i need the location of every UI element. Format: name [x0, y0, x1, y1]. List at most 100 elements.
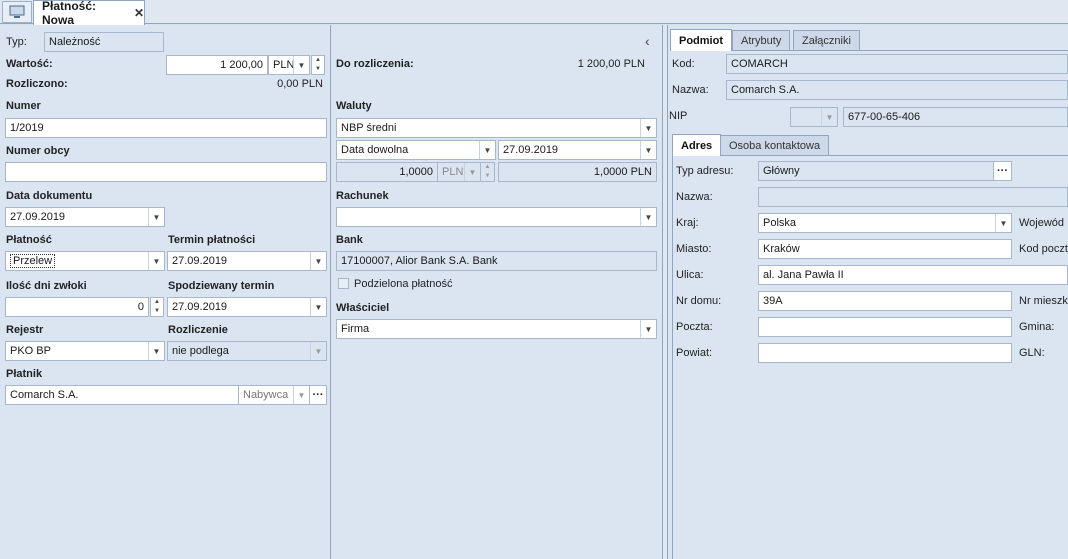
close-icon[interactable]: ✕: [134, 6, 144, 20]
termin-value: 27.09.2019: [172, 255, 228, 267]
chevron-down-icon[interactable]: ▼: [640, 119, 656, 137]
kod-poczt-label: Kod poczt: [1019, 243, 1068, 255]
numer-obcy-input[interactable]: [5, 162, 327, 182]
subtab-adres[interactable]: Adres: [672, 134, 722, 156]
spodz-label: Spodziewany termin: [168, 280, 275, 292]
chevron-down-icon[interactable]: ▼: [479, 141, 495, 159]
platnik-type-select[interactable]: Nabywca ▼: [238, 385, 310, 405]
nr-domu-label: Nr domu:: [676, 295, 722, 307]
gln-label: GLN:: [1019, 347, 1045, 359]
middle-panel: [332, 25, 662, 559]
typ-adresu-label: Typ adresu:: [676, 165, 734, 177]
rozliczenie-label: Rozliczenie: [168, 324, 228, 336]
poczta-input[interactable]: [758, 317, 1012, 337]
platnik-lookup-button[interactable]: ···: [309, 385, 327, 405]
chevron-down-icon[interactable]: ▼: [640, 141, 656, 159]
bank-field: 17100007, Alior Bank S.A. Bank: [336, 251, 657, 271]
podzielona-checkbox[interactable]: [338, 278, 349, 289]
platnosc-label: Płatność: [6, 234, 52, 246]
chevron-down-icon: ▼: [464, 163, 480, 181]
kod-label: Kod:: [672, 58, 695, 70]
chevron-down-icon: ▼: [310, 342, 326, 360]
collapse-icon[interactable]: ‹: [645, 33, 650, 49]
chevron-down-icon[interactable]: ▼: [293, 386, 309, 404]
waluty-label: Waluty: [336, 100, 372, 112]
waluty-select[interactable]: NBP średni ▼: [336, 118, 657, 138]
termin-input[interactable]: 27.09.2019 ▼: [167, 251, 327, 271]
data-type-select[interactable]: Data dowolna ▼: [336, 140, 496, 160]
document-tabbar: [0, 0, 1068, 24]
tab-zalaczniki[interactable]: Załączniki: [793, 30, 860, 51]
subtab-osoba[interactable]: Osoba kontaktowa: [720, 135, 830, 156]
wartosc-spinner[interactable]: ▲ ▼: [311, 55, 325, 75]
ilosc-spinner[interactable]: ▲ ▼: [150, 297, 164, 317]
nip-prefix-select: ▼: [790, 107, 838, 127]
nr-domu-input[interactable]: 39A: [758, 291, 1012, 311]
ilosc-input[interactable]: 0: [5, 297, 149, 317]
a-nazwa-field: [758, 187, 1068, 207]
wartosc-input[interactable]: 1 200,00: [166, 55, 268, 75]
miasto-input[interactable]: Kraków: [758, 239, 1012, 259]
typ-field: Należność: [44, 32, 164, 52]
spodz-input[interactable]: 27.09.2019 ▼: [167, 297, 327, 317]
platnik-input[interactable]: Comarch S.A.: [5, 385, 239, 405]
ilosc-label: Ilość dni zwłoki: [6, 280, 87, 292]
do-rozl-value: 1 200,00 PLN: [577, 58, 645, 70]
tab-platnosc-nowa[interactable]: Płatność: Nowa ✕: [33, 0, 145, 27]
spodz-value: 27.09.2019: [172, 301, 228, 313]
bank-label: Bank: [336, 234, 363, 246]
chevron-down-icon[interactable]: ▼: [148, 208, 164, 226]
chevron-down-icon[interactable]: ▼: [310, 252, 326, 270]
typ-adresu-field: Główny: [758, 161, 994, 181]
kurs-currency-select: PLN ▼: [437, 162, 481, 182]
monitor-icon: [9, 5, 25, 18]
wlasciciel-select[interactable]: Firma ▼: [336, 319, 657, 339]
do-rozl-label: Do rozliczenia:: [336, 58, 414, 70]
ulica-input[interactable]: al. Jana Pawła II: [758, 265, 1068, 285]
chevron-down-icon[interactable]: ▼: [640, 208, 656, 226]
rozliczono-label: Rozliczono:: [6, 78, 68, 90]
numer-obcy-label: Numer obcy: [6, 145, 70, 157]
home-tab[interactable]: [2, 1, 32, 23]
kurs-date-input[interactable]: 27.09.2019 ▼: [498, 140, 657, 160]
data-dok-label: Data dokumentu: [6, 190, 93, 202]
tab-atrybuty[interactable]: Atrybuty: [732, 30, 791, 51]
currency-label: PLN: [273, 59, 295, 71]
data-dok-input[interactable]: 27.09.2019 ▼: [5, 207, 165, 227]
nip-label: NIP: [669, 110, 688, 122]
platnosc-select[interactable]: Przelew ▼: [5, 251, 165, 271]
chevron-down-icon[interactable]: ▼: [293, 56, 309, 74]
typ-label: Typ:: [6, 36, 27, 48]
left-panel: [0, 25, 331, 559]
data-type-value: Data dowolna: [341, 144, 409, 156]
kurs-date-value: 27.09.2019: [503, 144, 559, 156]
chevron-down-icon[interactable]: ▼: [995, 214, 1011, 232]
tab-podmiot[interactable]: Podmiot: [670, 29, 732, 51]
rejestr-value: PKO BP: [10, 345, 51, 357]
waluty-value: NBP średni: [341, 122, 397, 134]
typ-adresu-lookup-button[interactable]: ···: [993, 161, 1012, 181]
chevron-down-icon[interactable]: ▼: [148, 252, 164, 270]
kod-field: COMARCH: [726, 54, 1068, 74]
powiat-label: Powiat:: [676, 347, 713, 359]
numer-input[interactable]: 1/2019: [5, 118, 327, 138]
rejestr-select[interactable]: PKO BP ▼: [5, 341, 165, 361]
wartosc-label: Wartość:: [6, 58, 53, 70]
kurs-currency-value: PLN: [442, 166, 464, 178]
rozliczenie-select: nie podlega ▼: [167, 341, 327, 361]
chevron-down-icon[interactable]: ▼: [310, 298, 326, 316]
kraj-select[interactable]: Polska ▼: [758, 213, 1012, 233]
platnik-type-value: Nabywca: [243, 389, 289, 401]
rachunek-select[interactable]: ▼: [336, 207, 657, 227]
podzielona-label: Podzielona płatność: [354, 278, 453, 290]
chevron-down-icon[interactable]: ▼: [640, 320, 656, 338]
wartosc-currency-select[interactable]: PLN ▼: [268, 55, 310, 75]
data-dok-value: 27.09.2019: [10, 211, 66, 223]
termin-label: Termin płatności: [168, 234, 256, 246]
platnik-label: Płatnik: [6, 368, 43, 380]
poczta-label: Poczta:: [676, 321, 713, 333]
kurs2-field: 1,0000 PLN: [498, 162, 657, 182]
chevron-down-icon[interactable]: ▼: [148, 342, 164, 360]
powiat-input[interactable]: [758, 343, 1012, 363]
numer-label: Numer: [6, 100, 41, 112]
